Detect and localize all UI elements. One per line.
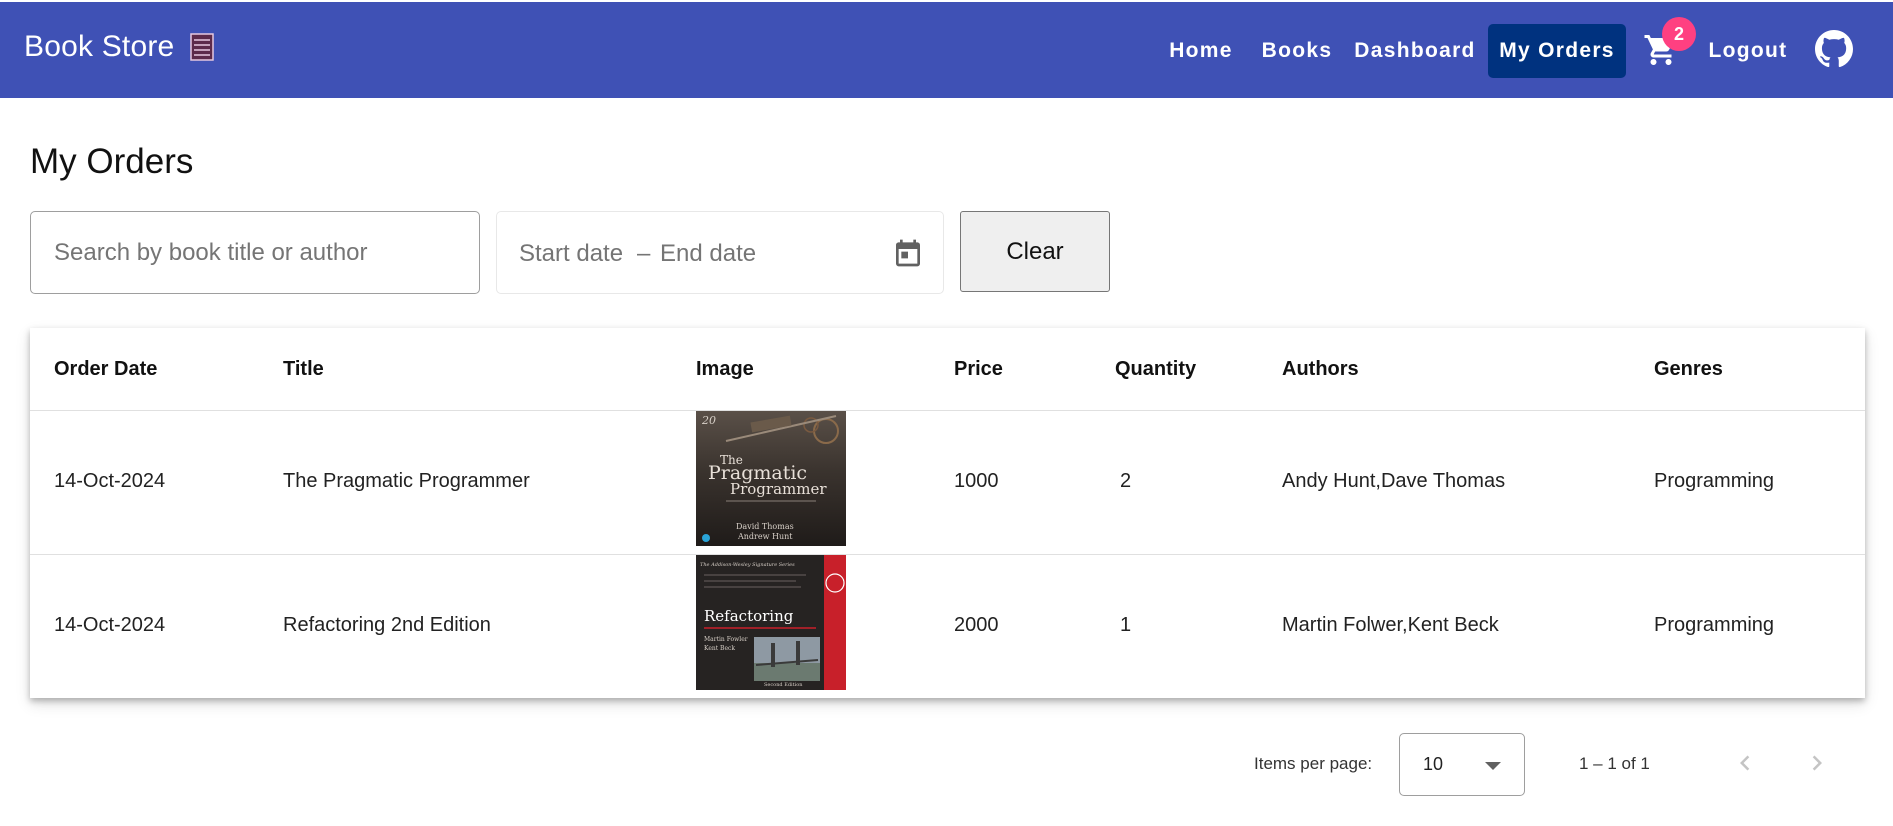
page-size-value: 10 bbox=[1423, 754, 1444, 774]
books-icon bbox=[190, 32, 215, 62]
table-row[interactable]: 14-Oct-2024 The Pragmatic Programmer 20 … bbox=[30, 411, 1865, 555]
chevron-right-icon[interactable] bbox=[1802, 748, 1832, 778]
cover-line-3: Programmer bbox=[730, 480, 827, 498]
cover-author-2: Kent Beck bbox=[704, 645, 735, 652]
header-genres[interactable]: Genres bbox=[1654, 358, 1723, 381]
end-date-input[interactable]: End date bbox=[660, 240, 756, 268]
nav-home[interactable]: Home bbox=[1158, 24, 1244, 78]
cell-title: The Pragmatic Programmer bbox=[283, 470, 530, 492]
search-input[interactable] bbox=[31, 212, 479, 293]
header-quantity[interactable]: Quantity bbox=[1115, 358, 1196, 381]
nav-dashboard[interactable]: Dashboard bbox=[1352, 24, 1478, 78]
cell-price: 1000 bbox=[954, 470, 999, 492]
app-title: Book Store bbox=[24, 30, 175, 63]
cell-authors: Andy Hunt,Dave Thomas bbox=[1282, 470, 1506, 492]
nav-logout[interactable]: Logout bbox=[1704, 24, 1792, 78]
brand[interactable]: Book Store bbox=[24, 30, 215, 64]
github-icon[interactable] bbox=[1815, 30, 1853, 68]
clear-button[interactable]: Clear bbox=[960, 211, 1110, 292]
header-title[interactable]: Title bbox=[283, 358, 324, 381]
cell-price: 2000 bbox=[954, 614, 999, 636]
table-header-row: Order Date Title Image Price Quantity Au… bbox=[30, 328, 1865, 411]
cover-author-1: Martin Fowler bbox=[704, 636, 748, 643]
page-range-label: 1 – 1 of 1 bbox=[1579, 754, 1650, 773]
refactoring-cover: The Addison-Wesley Signature Series Refa… bbox=[696, 555, 846, 690]
date-separator: – bbox=[637, 240, 651, 267]
table-row[interactable]: 14-Oct-2024 Refactoring 2nd Edition The … bbox=[30, 555, 1865, 699]
cover-badge: 20 bbox=[701, 414, 716, 427]
cell-title: Refactoring 2nd Edition bbox=[283, 614, 491, 636]
cover-author-1: David Thomas bbox=[736, 522, 794, 531]
cell-order-date: 14-Oct-2024 bbox=[54, 614, 166, 636]
nav-my-orders[interactable]: My Orders bbox=[1488, 24, 1626, 78]
cell-authors: Martin Folwer,Kent Beck bbox=[1282, 614, 1499, 636]
orders-table: Order Date Title Image Price Quantity Au… bbox=[30, 328, 1865, 698]
start-date-input[interactable]: Start date bbox=[519, 240, 623, 268]
calendar-icon[interactable] bbox=[892, 236, 924, 270]
cart-count-badge: 2 bbox=[1662, 17, 1696, 51]
cell-order-date: 14-Oct-2024 bbox=[54, 470, 166, 492]
header-price[interactable]: Price bbox=[954, 358, 1003, 381]
date-range-field[interactable]: Start date – End date bbox=[496, 211, 944, 294]
cover-title: Refactoring bbox=[704, 607, 794, 625]
cell-quantity: 2 bbox=[1120, 470, 1132, 492]
dropdown-arrow-icon bbox=[1485, 762, 1501, 770]
header-order-date[interactable]: Order Date bbox=[54, 358, 157, 381]
cell-genres: Programming bbox=[1654, 470, 1775, 492]
nav-books[interactable]: Books bbox=[1257, 24, 1337, 78]
page-title: My Orders bbox=[30, 142, 194, 181]
cover-series: The Addison-Wesley Signature Series bbox=[700, 562, 795, 568]
cover-author-2: Andrew Hunt bbox=[737, 532, 793, 541]
pragmatic-programmer-cover: 20 The Pragmatic Programmer David Thomas… bbox=[696, 411, 846, 546]
cell-genres: Programming bbox=[1654, 614, 1775, 636]
items-per-page-label: Items per page: bbox=[1254, 754, 1373, 773]
header-image[interactable]: Image bbox=[696, 358, 754, 381]
page-size-select[interactable]: 10 bbox=[1399, 733, 1525, 796]
cover-edition: Second Edition bbox=[764, 682, 803, 688]
search-field[interactable] bbox=[30, 211, 480, 294]
chevron-left-icon[interactable] bbox=[1730, 748, 1760, 778]
cell-quantity: 1 bbox=[1120, 614, 1132, 636]
header-authors[interactable]: Authors bbox=[1282, 358, 1359, 381]
